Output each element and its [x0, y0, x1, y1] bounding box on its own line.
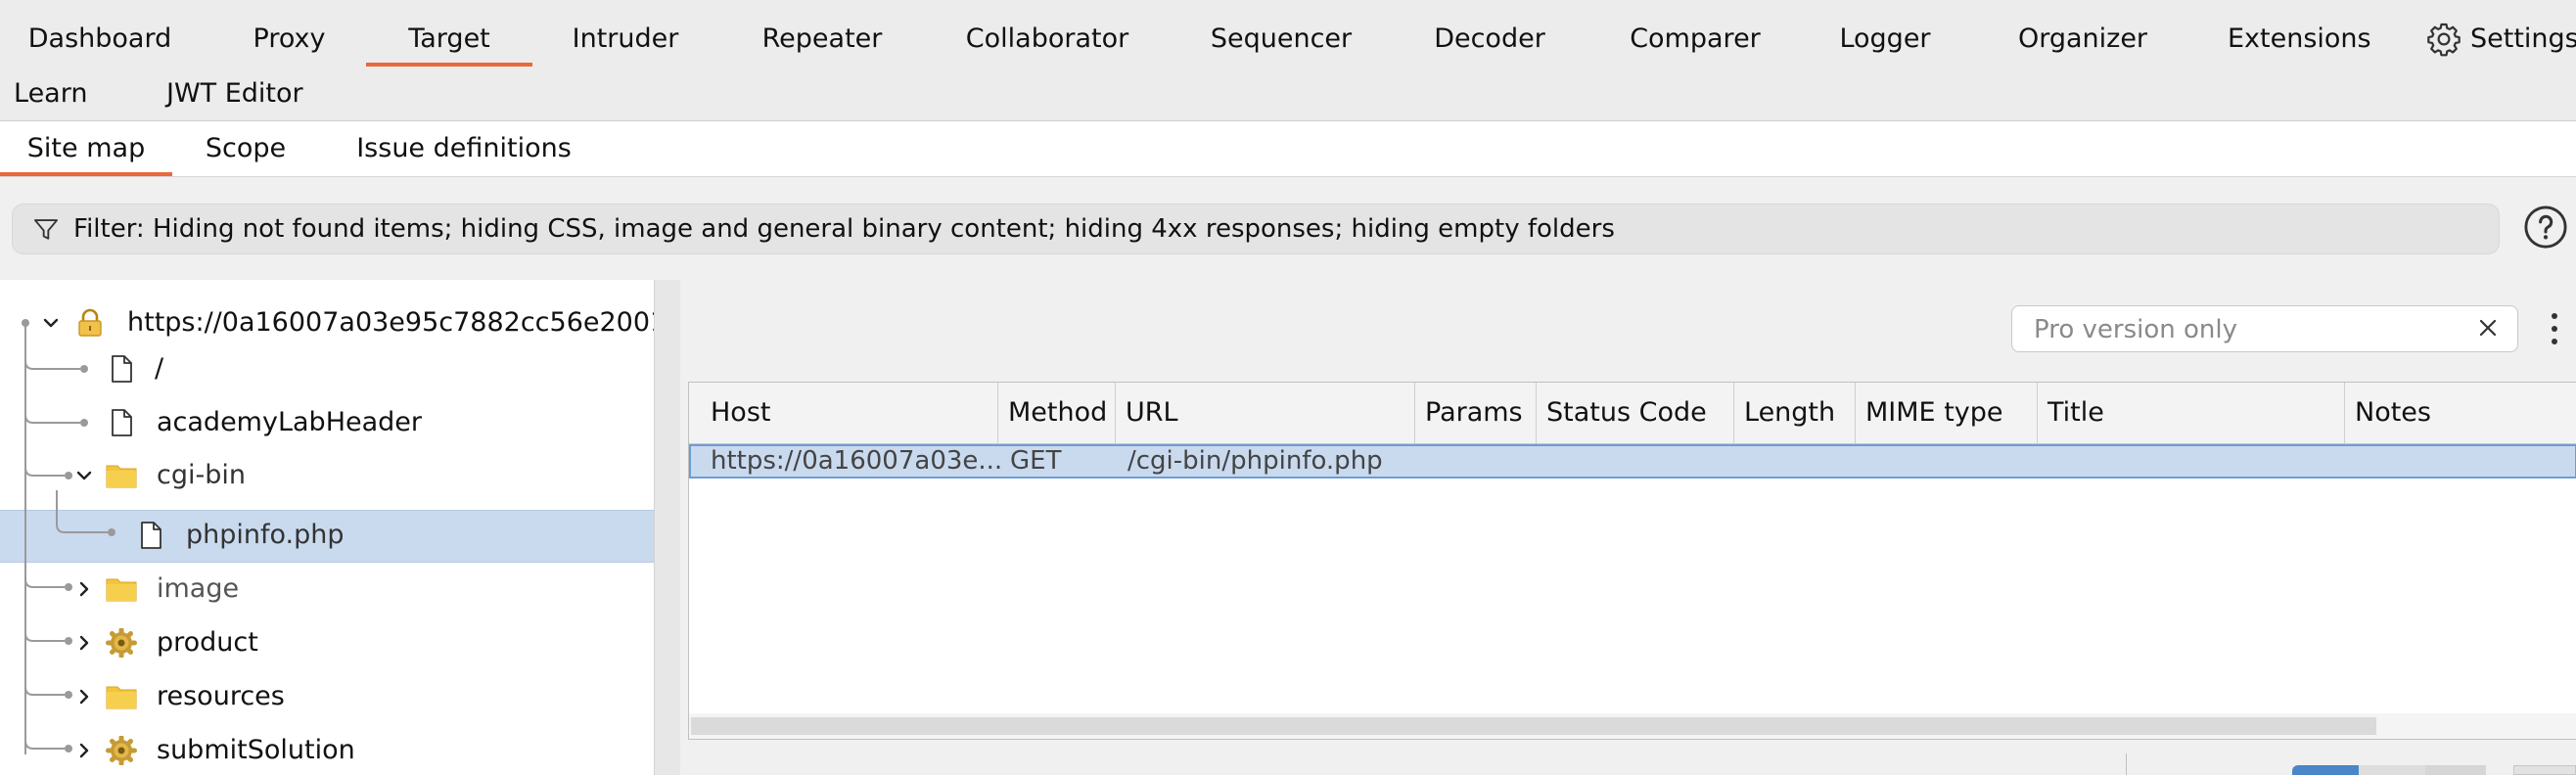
- cell-length: [1736, 446, 1858, 477]
- column-header-mime-type[interactable]: MIME type: [1856, 383, 2038, 443]
- column-header-title[interactable]: Title: [2038, 383, 2345, 443]
- cell-title: [2040, 446, 2347, 477]
- view-toggle-segment-1[interactable]: [2292, 765, 2359, 775]
- tab-learn[interactable]: Learn: [14, 68, 98, 119]
- funnel-icon: [33, 219, 59, 240]
- tree-item-label: resources: [157, 681, 285, 711]
- requests-table: Host Method URL Params Status Code Lengt…: [688, 382, 2576, 740]
- tree-root[interactable]: https://0a16007a03e95c7882cc56e2001200: [0, 297, 654, 348]
- tab-target[interactable]: Target: [366, 14, 532, 67]
- tab-intruder[interactable]: Intruder: [562, 14, 689, 65]
- tree-item-product[interactable]: product: [0, 617, 654, 668]
- main-navigation: Dashboard Proxy Target Intruder Repeater…: [0, 0, 2576, 121]
- filter-band: Filter: Hiding not found items; hiding C…: [0, 177, 2576, 280]
- help-icon[interactable]: [2523, 205, 2568, 250]
- gear-icon: [2427, 23, 2461, 57]
- horizontal-scrollbar[interactable]: [689, 713, 2576, 739]
- tree-item-resources[interactable]: resources: [0, 671, 654, 722]
- scrollbar-thumb[interactable]: [691, 717, 2376, 735]
- search-input[interactable]: [2032, 310, 2466, 349]
- more-options-icon[interactable]: [2545, 309, 2564, 348]
- table-header: Host Method URL Params Status Code Lengt…: [689, 383, 2576, 444]
- cell-status-code: [1539, 446, 1736, 477]
- tab-collaborator[interactable]: Collaborator: [959, 14, 1135, 65]
- tab-extensions[interactable]: Extensions: [2228, 14, 2371, 65]
- chevron-down-icon[interactable]: [74, 466, 94, 485]
- chevron-right-icon[interactable]: [74, 687, 94, 707]
- column-header-length[interactable]: Length: [1734, 383, 1856, 443]
- cell-params: [1417, 446, 1539, 477]
- view-toggle-segment-3[interactable]: [2425, 765, 2486, 775]
- table-row[interactable]: https://0a16007a03e... GET /cgi-bin/phpi…: [689, 444, 2576, 479]
- panel-splitter[interactable]: [654, 280, 680, 775]
- tab-jwt-editor[interactable]: JWT Editor: [166, 68, 313, 119]
- folder-icon: [106, 686, 137, 709]
- file-icon: [112, 409, 132, 436]
- tree-item-phpinfo[interactable]: phpinfo.php: [0, 510, 654, 561]
- tree-item-cgi-bin[interactable]: cgi-bin: [0, 450, 654, 501]
- tree-item-root-path[interactable]: /: [0, 343, 654, 394]
- tree-item-label: cgi-bin: [157, 460, 246, 490]
- subtab-site-map[interactable]: Site map: [0, 121, 172, 176]
- lock-icon: [78, 308, 102, 337]
- target-subtabs: Site map Scope Issue definitions: [0, 121, 2576, 177]
- tree-item-academylabheader[interactable]: academyLabHeader: [0, 397, 654, 448]
- chevron-down-icon[interactable]: [41, 313, 61, 333]
- subtab-issue-definitions[interactable]: Issue definitions: [348, 121, 579, 176]
- tree-item-label: image: [157, 573, 240, 604]
- gear-icon: [106, 628, 137, 658]
- search-box[interactable]: [2011, 305, 2518, 352]
- tab-organizer[interactable]: Organizer: [2016, 14, 2149, 65]
- tree-item-image[interactable]: image: [0, 564, 654, 615]
- tree-root-label: https://0a16007a03e95c7882cc56e2001200: [127, 307, 654, 338]
- tab-logger[interactable]: Logger: [1836, 14, 1934, 65]
- column-header-params[interactable]: Params: [1415, 383, 1537, 443]
- tab-proxy[interactable]: Proxy: [243, 14, 336, 65]
- subtab-scope[interactable]: Scope: [196, 121, 296, 176]
- tree-item-label: academyLabHeader: [157, 407, 423, 437]
- close-icon[interactable]: [2476, 316, 2500, 340]
- chevron-right-icon[interactable]: [74, 741, 94, 760]
- tab-settings[interactable]: Settings: [2425, 14, 2576, 65]
- column-header-notes[interactable]: Notes: [2345, 383, 2576, 443]
- cell-url: /cgi-bin/phpinfo.php: [1127, 446, 1383, 476]
- bottom-divider: [2126, 753, 2127, 775]
- tab-dashboard[interactable]: Dashboard: [12, 14, 188, 65]
- site-map-tree: https://0a16007a03e95c7882cc56e2001200 /…: [0, 280, 654, 775]
- file-icon: [141, 522, 161, 549]
- cell-method: GET: [1010, 446, 1062, 476]
- cell-mime-type: [1858, 446, 2040, 477]
- view-toggle-segment-4[interactable]: [2513, 765, 2576, 775]
- tree-item-label: phpinfo.php: [186, 520, 345, 550]
- column-header-url[interactable]: URL: [1116, 383, 1415, 443]
- view-toggle-segment-2[interactable]: [2359, 765, 2425, 775]
- cell-host: https://0a16007a03e...: [711, 446, 1000, 476]
- tab-repeater[interactable]: Repeater: [754, 14, 891, 65]
- filter-text: Filter: Hiding not found items; hiding C…: [73, 214, 1615, 244]
- tree-item-label: product: [157, 627, 258, 658]
- chevron-right-icon[interactable]: [74, 579, 94, 599]
- tab-sequencer[interactable]: Sequencer: [1210, 14, 1353, 65]
- file-icon: [112, 355, 132, 383]
- folder-icon: [106, 465, 137, 488]
- column-header-method[interactable]: Method: [998, 383, 1116, 443]
- settings-label: Settings: [2470, 23, 2576, 54]
- tab-decoder[interactable]: Decoder: [1433, 14, 1546, 65]
- cell-notes: [2347, 446, 2576, 477]
- tab-comparer[interactable]: Comparer: [1625, 14, 1766, 65]
- column-header-host[interactable]: Host: [689, 383, 998, 443]
- folder-icon: [106, 578, 137, 602]
- chevron-right-icon[interactable]: [74, 633, 94, 653]
- tree-item-label: submitSolution: [157, 735, 355, 765]
- filter-bar[interactable]: Filter: Hiding not found items; hiding C…: [12, 204, 2500, 254]
- tree-item-label: /: [155, 353, 164, 384]
- gear-icon: [106, 736, 137, 765]
- column-header-status-code[interactable]: Status Code: [1537, 383, 1734, 443]
- tree-item-submitsolution[interactable]: submitSolution: [0, 725, 654, 775]
